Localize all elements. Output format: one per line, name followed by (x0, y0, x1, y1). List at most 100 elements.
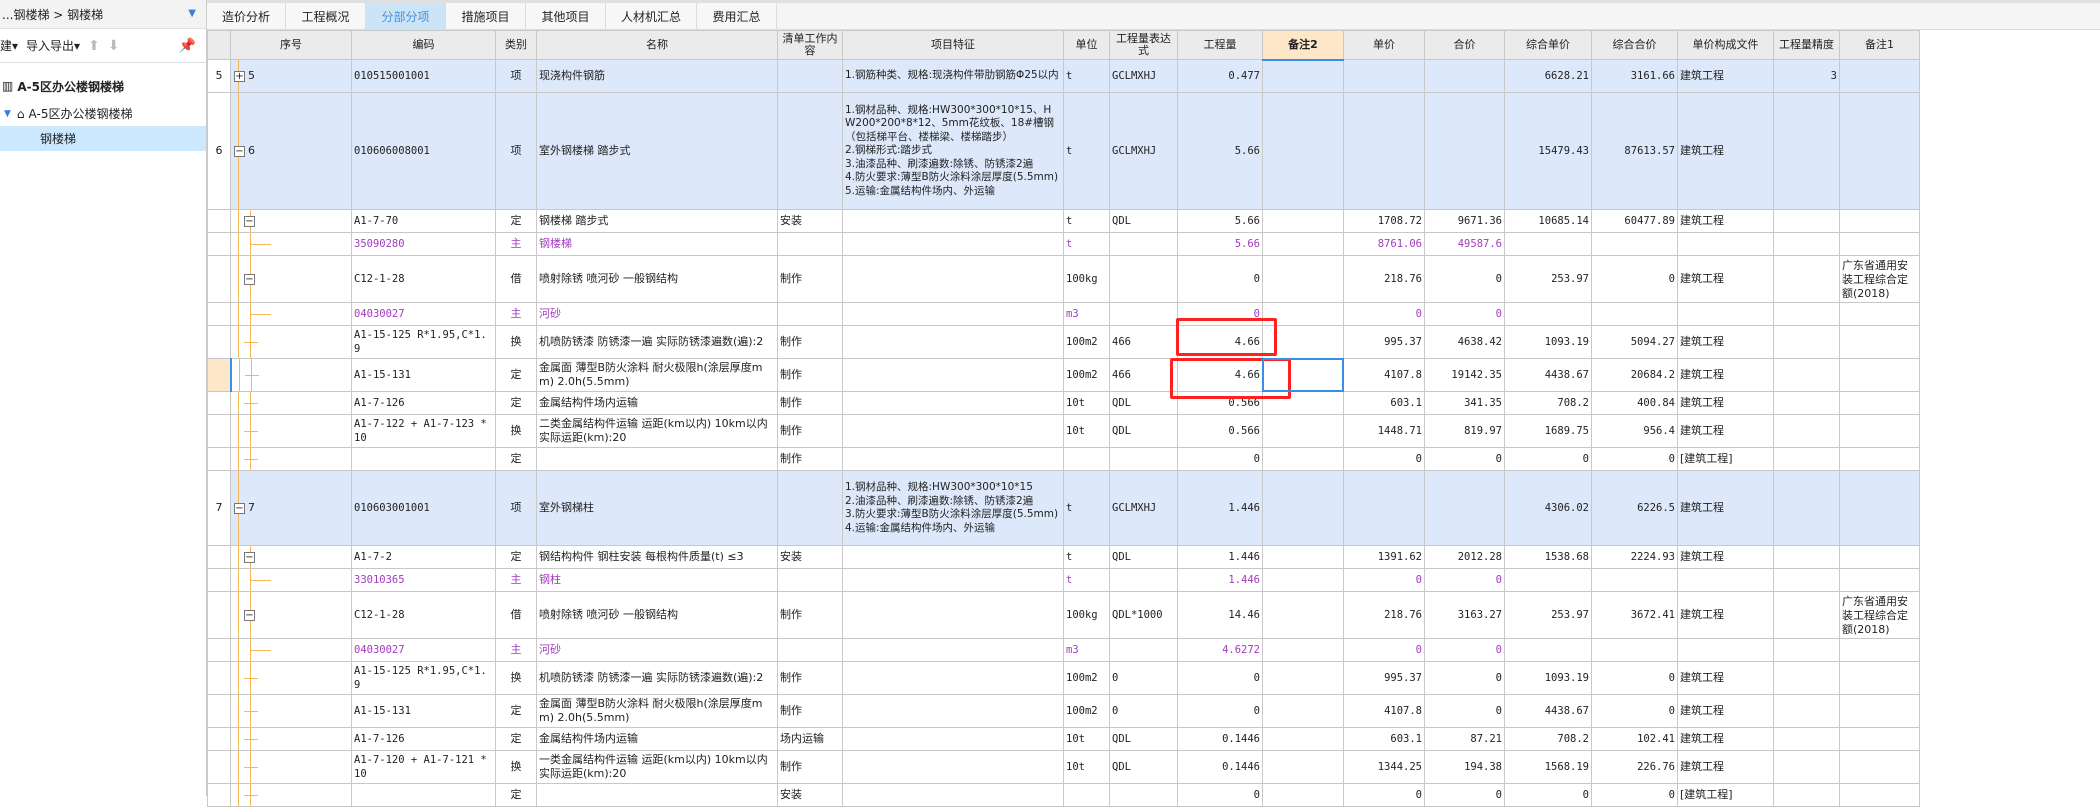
cell-qty-precision[interactable] (1773, 661, 1840, 695)
cell-note1[interactable]: 广东省通用安装工程综合定额(2018) (1839, 591, 1920, 639)
cell-row-header[interactable] (207, 568, 231, 592)
cell-unit[interactable]: t (1063, 568, 1110, 592)
cell-name[interactable]: 一类金属结构件运输 运距(km以内) 10km以内 实际运距(km):20 (536, 750, 778, 784)
cell-comp-total[interactable]: 400.84 (1591, 391, 1678, 415)
cell-unit-price[interactable]: 218.76 (1343, 591, 1425, 639)
col-header-name[interactable]: 名称 (536, 30, 778, 60)
cell-comp-total[interactable]: 20684.2 (1591, 358, 1678, 392)
cell-comp-total[interactable]: 0 (1591, 783, 1678, 807)
cell-total-price[interactable]: 0 (1424, 661, 1505, 695)
cell-qty-precision[interactable] (1773, 727, 1840, 751)
quota-row[interactable]: A1-15-125 R*1.95,C*1.9 换机喷防锈漆 防锈漆一遍 实际防锈漆… (207, 661, 1920, 695)
cell-total-price[interactable]: 19142.35 (1424, 358, 1505, 392)
cell-unit-price[interactable]: 603.1 (1343, 391, 1425, 415)
cell-code[interactable]: A1-7-122 + A1-7-123 * 10 (351, 414, 496, 448)
cell-work-content[interactable]: 制作 (777, 591, 843, 639)
cell-feature[interactable] (842, 661, 1064, 695)
cell-note1[interactable] (1839, 638, 1920, 662)
cell-price-file[interactable]: 建筑工程 (1677, 661, 1774, 695)
cell-name[interactable]: 河砂 (536, 302, 778, 326)
cell-qty-precision[interactable] (1773, 391, 1840, 415)
tab-5[interactable]: 其他项目 (526, 3, 606, 29)
cell-code[interactable]: 04030027 (351, 302, 496, 326)
cell-row-header[interactable] (207, 750, 231, 784)
cell-unit[interactable]: 100m2 (1063, 325, 1110, 359)
cell-price-file[interactable]: 建筑工程 (1677, 470, 1774, 546)
cell-qty-precision[interactable] (1773, 750, 1840, 784)
cell-name[interactable]: 钢楼梯 踏步式 (536, 209, 778, 233)
cell-qty-precision[interactable] (1773, 302, 1840, 326)
cell-row-header[interactable] (207, 783, 231, 807)
cell-seq[interactable] (230, 638, 352, 662)
cell-qty-expr[interactable]: 466 (1109, 325, 1178, 359)
cell-note2[interactable] (1262, 568, 1344, 592)
cell-note1[interactable] (1839, 750, 1920, 784)
cell-note1[interactable] (1839, 568, 1920, 592)
col-header-note2[interactable]: 备注2 (1262, 30, 1344, 61)
cell-type[interactable]: 定 (495, 209, 537, 233)
cell-unit-price[interactable]: 4107.8 (1343, 694, 1425, 728)
cell-row-header[interactable]: 7 (207, 470, 231, 546)
cell-unit-price[interactable]: 1708.72 (1343, 209, 1425, 233)
col-header-row-header[interactable] (207, 30, 231, 60)
cell-work-content[interactable]: 安装 (777, 209, 843, 233)
col-header-code[interactable]: 编码 (351, 30, 496, 60)
cell-type[interactable]: 换 (495, 325, 537, 359)
cell-total-price[interactable]: 0 (1424, 638, 1505, 662)
cell-note1[interactable] (1839, 783, 1920, 807)
cell-name[interactable]: 现浇构件钢筋 (536, 59, 778, 93)
tab-1[interactable]: 造价分析 (207, 3, 286, 29)
cell-seq[interactable]: − (230, 545, 352, 569)
cell-row-header[interactable] (207, 591, 231, 639)
cell-feature[interactable] (842, 391, 1064, 415)
cell-seq[interactable] (230, 232, 352, 256)
cell-note1[interactable] (1839, 59, 1920, 93)
cell-seq[interactable] (230, 727, 352, 751)
cell-seq[interactable] (230, 358, 352, 392)
cell-name[interactable]: 室外钢梯柱 (536, 470, 778, 546)
cell-qty-expr[interactable]: QDL (1109, 209, 1178, 233)
tab-7[interactable]: 费用汇总 (697, 3, 777, 29)
cell-qty-expr[interactable] (1109, 783, 1178, 807)
quota-row[interactable]: 定安装 0 0 0 0 0 [建筑工程] (207, 783, 1920, 807)
cell-name[interactable]: 钢结构构件 钢柱安装 每根构件质量(t) ≤3 (536, 545, 778, 569)
cell-seq[interactable] (230, 414, 352, 448)
cell-price-file[interactable]: 建筑工程 (1677, 694, 1774, 728)
cell-qty[interactable]: 0 (1177, 783, 1263, 807)
cell-note2[interactable] (1262, 92, 1344, 210)
cell-qty[interactable]: 0.1446 (1177, 727, 1263, 751)
cell-price-file[interactable]: 建筑工程 (1677, 414, 1774, 448)
collapse-icon[interactable]: − (244, 551, 255, 563)
cell-price-file[interactable]: 建筑工程 (1677, 92, 1774, 210)
cell-unit[interactable]: t (1063, 209, 1110, 233)
cell-feature[interactable] (842, 232, 1064, 256)
cell-qty-precision[interactable] (1773, 414, 1840, 448)
cell-type[interactable]: 主 (495, 232, 537, 256)
cell-code[interactable]: A1-7-2 (351, 545, 496, 569)
cell-name[interactable]: 金属结构件场内运输 (536, 727, 778, 751)
cell-comp-total[interactable]: 226.76 (1591, 750, 1678, 784)
cell-type[interactable]: 换 (495, 661, 537, 695)
cell-code[interactable]: A1-7-126 (351, 727, 496, 751)
bill-item-row[interactable]: 6−6 010606008001 项室外钢楼梯 踏步式 1.钢材品种、规格:HW300… (207, 92, 1920, 210)
cell-price-file[interactable]: 建筑工程 (1677, 727, 1774, 751)
cell-price-file[interactable]: 建筑工程 (1677, 358, 1774, 392)
cell-total-price[interactable] (1424, 92, 1505, 210)
cell-comp-unit-price[interactable]: 15479.43 (1504, 92, 1592, 210)
cell-comp-total[interactable]: 102.41 (1591, 727, 1678, 751)
cell-qty-precision[interactable] (1773, 325, 1840, 359)
cell-name[interactable]: 喷射除锈 喷河砂 一般钢结构 (536, 255, 778, 303)
cell-type[interactable]: 借 (495, 591, 537, 639)
cell-unit[interactable]: 10t (1063, 750, 1110, 784)
quota-row[interactable]: − C12-1-28 借喷射除锈 喷河砂 一般钢结构 制作 100kg QDL*1000 1… (207, 591, 1920, 639)
cell-note1[interactable] (1839, 302, 1920, 326)
collapse-icon[interactable]: − (234, 502, 245, 514)
cell-row-header[interactable]: 6 (207, 92, 231, 210)
cell-type[interactable]: 换 (495, 750, 537, 784)
cell-unit-price[interactable]: 0 (1343, 302, 1425, 326)
cell-work-content[interactable]: 制作 (777, 358, 843, 392)
cell-qty-expr[interactable]: QDL (1109, 391, 1178, 415)
cell-qty-expr[interactable]: QDL (1109, 727, 1178, 751)
cell-comp-unit-price[interactable]: 1093.19 (1504, 661, 1592, 695)
cell-work-content[interactable]: 制作 (777, 255, 843, 303)
